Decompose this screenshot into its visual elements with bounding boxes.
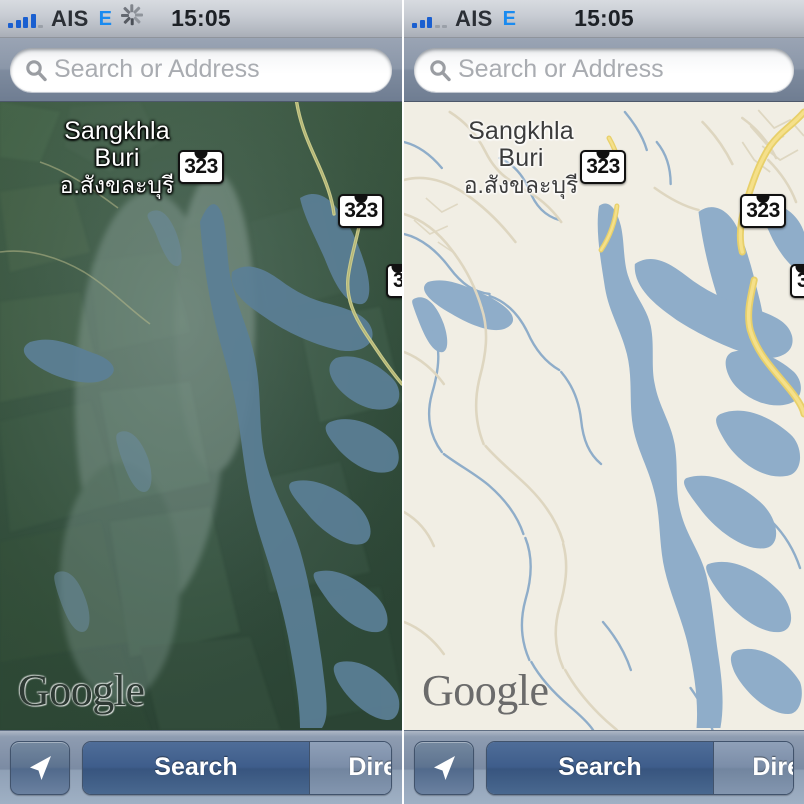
signal-strength-icon: [412, 10, 447, 28]
highway-shield-323-b: 323: [740, 194, 786, 228]
network-type-icon: E: [502, 7, 516, 30]
highway-shield-323-c-clipped: 3: [386, 264, 402, 298]
highway-shield-number: 323: [586, 155, 620, 178]
highway-shield-323-c-clipped: 3: [790, 264, 804, 298]
highway-shield-number: 323: [344, 199, 378, 222]
mode-segmented-control[interactable]: Search Directions: [82, 740, 392, 795]
network-type-icon: E: [98, 7, 112, 30]
bottom-toolbar-roadmap: Search Directions: [404, 730, 804, 804]
current-location-button[interactable]: [414, 740, 474, 795]
carrier-name: AIS: [51, 5, 89, 31]
activity-spinner-icon: [121, 4, 143, 30]
status-bar-satellite: AIS E 15:05: [0, 0, 402, 38]
highway-shield-323-a: 323: [580, 150, 626, 184]
highway-shield-number: 323: [746, 199, 780, 222]
tab-search[interactable]: Search: [83, 741, 309, 794]
tab-search[interactable]: Search: [487, 741, 713, 794]
navigation-arrow-icon: [30, 755, 51, 780]
signal-strength-icon: [8, 10, 43, 28]
tab-directions[interactable]: Directions: [309, 741, 391, 794]
status-bar-roadmap: AIS E 15:05: [404, 0, 804, 38]
navigation-arrow-icon: [434, 755, 455, 780]
current-location-button[interactable]: [10, 740, 70, 795]
search-placeholder: Search or Address: [54, 55, 260, 83]
highway-shield-number: 3: [393, 269, 402, 292]
side-by-side-comparison: AIS E 15:05 Search or Address Sangkhla B…: [0, 0, 804, 804]
mode-segmented-control[interactable]: Search Directions: [486, 740, 794, 795]
highway-shield-323-b: 323: [338, 194, 384, 228]
search-bar-satellite: Search or Address: [0, 38, 402, 102]
highway-shield-323-a: 323: [178, 150, 224, 184]
tab-directions[interactable]: Directions: [713, 741, 793, 794]
search-icon: [24, 58, 48, 82]
bottom-toolbar-satellite: Search Directions: [0, 730, 402, 804]
map-canvas-roadmap[interactable]: Sangkhla Buri อ.สังขละบุรี 323 323 3 Goo…: [404, 102, 804, 730]
carrier-name: AIS: [455, 5, 493, 31]
highway-shield-number: 323: [184, 155, 218, 178]
highway-shield-number: 3: [797, 269, 804, 293]
search-input[interactable]: Search or Address: [10, 47, 392, 92]
search-placeholder: Search or Address: [458, 55, 664, 83]
search-bar-roadmap: Search or Address: [404, 38, 804, 102]
map-canvas-satellite[interactable]: Sangkhla Buri อ.สังขละบุรี 323 323 3 Goo…: [0, 102, 402, 730]
phone-screen-roadmap: AIS E 15:05 Search or Address Sangkhla B…: [402, 0, 804, 804]
phone-screen-satellite: AIS E 15:05 Search or Address Sangkhla B…: [0, 0, 402, 804]
search-icon: [428, 58, 452, 82]
search-input[interactable]: Search or Address: [414, 47, 794, 92]
